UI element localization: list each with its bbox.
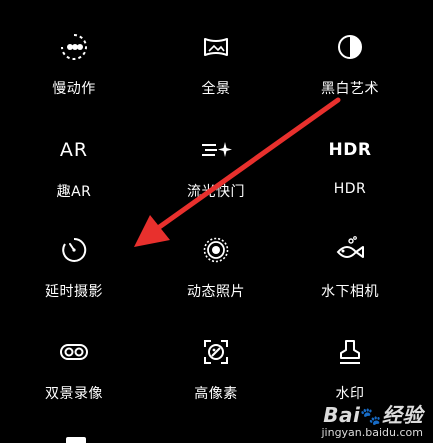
ar-icon: AR	[59, 139, 89, 161]
moving-picture-icon	[199, 233, 233, 267]
watermark-url: jingyan.baidu.com	[321, 426, 423, 439]
mode-label: 延时摄影	[45, 284, 103, 300]
camera-modes-grid: 慢动作 全景 黑白艺术 AR 趣AR 流光快门 HDR HDR 延时摄影 动态照…	[0, 0, 433, 443]
mode-panorama[interactable]: 全景	[156, 30, 276, 110]
watermark-logo: Bai🐾经验	[323, 403, 423, 427]
hdr-icon: HDR	[328, 140, 372, 160]
panorama-icon	[199, 30, 233, 64]
light-painting-icon	[199, 133, 233, 167]
mode-label: 高像素	[194, 386, 238, 402]
mode-label: 动态照片	[187, 284, 245, 300]
mode-label: 水下相机	[321, 284, 379, 300]
mode-label: 流光快门	[187, 184, 245, 200]
fish-icon	[333, 233, 367, 267]
mode-mono-art[interactable]: 黑白艺术	[290, 30, 410, 110]
timer-icon	[57, 233, 91, 267]
mode-dual-view[interactable]: 双景录像	[14, 335, 134, 415]
mode-label: 全景	[201, 81, 231, 97]
mode-moving-picture[interactable]: 动态照片	[156, 233, 276, 313]
mode-slow-motion[interactable]: 慢动作	[14, 30, 134, 110]
paw-icon: 🐾	[360, 407, 382, 427]
high-res-icon	[199, 335, 233, 369]
mode-label: 慢动作	[52, 81, 96, 97]
black-white-icon	[333, 30, 367, 64]
mode-label: HDR	[333, 181, 367, 197]
mode-label: 趣AR	[56, 184, 92, 200]
baidu-jingyan-watermark: Bai🐾经验 jingyan.baidu.com	[321, 399, 423, 439]
dual-view-icon	[57, 335, 91, 369]
mode-time-lapse[interactable]: 延时摄影	[14, 233, 134, 313]
mode-light-painting[interactable]: 流光快门	[156, 133, 276, 213]
mode-fun-ar[interactable]: AR 趣AR	[14, 133, 134, 213]
slow-motion-icon	[57, 30, 91, 64]
mode-hdr[interactable]: HDR HDR	[290, 133, 410, 213]
mode-high-res[interactable]: 高像素	[156, 335, 276, 415]
mode-label: 双景录像	[45, 386, 103, 402]
stamp-icon	[333, 335, 367, 369]
mode-label: 黑白艺术	[321, 81, 379, 97]
mode-underwater[interactable]: 水下相机	[290, 233, 410, 313]
bottom-edge-marker	[66, 437, 86, 443]
